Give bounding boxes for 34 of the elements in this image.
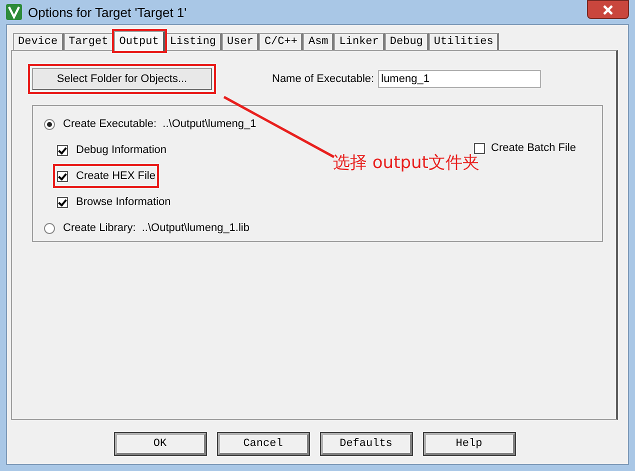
select-folder-button[interactable]: Select Folder for Objects... (32, 68, 212, 90)
option-label: Create HEX File (76, 170, 156, 182)
dialog-button[interactable]: Defaults (320, 433, 412, 455)
checkbox[interactable] (57, 170, 68, 182)
option-label: Debug Information (76, 144, 166, 156)
close-icon (602, 4, 614, 14)
tab[interactable]: Output (114, 31, 165, 51)
dialog-button[interactable]: Help (424, 433, 514, 455)
tab[interactable]: Asm (303, 33, 334, 50)
option-label: Create Executable: ..\Output\lumeng_1 (63, 118, 256, 130)
option-label: Create Batch File (491, 142, 576, 154)
field-label: Name of Executable: (272, 73, 374, 85)
tab[interactable]: C/C++ (259, 33, 304, 50)
tab[interactable]: User (222, 33, 260, 50)
tab[interactable]: Debug (384, 33, 429, 50)
tab[interactable]: Target (64, 33, 114, 50)
checkbox[interactable] (57, 144, 68, 156)
close-button[interactable] (587, 0, 629, 19)
annotation-text: 选择 output文件夹 (333, 152, 480, 174)
window-title: Options for Target 'Target 1' (28, 4, 188, 20)
option-label: Create Library: ..\Output\lumeng_1.lib (63, 222, 250, 234)
checkbox[interactable] (57, 196, 68, 208)
tab[interactable]: Utilities (428, 33, 500, 50)
tab[interactable]: Device (13, 33, 64, 50)
tab[interactable]: Listing (164, 33, 222, 50)
radio-button[interactable] (44, 118, 55, 130)
dialog-button[interactable]: OK (114, 433, 206, 455)
checkbox[interactable] (474, 142, 485, 154)
radio-button[interactable] (44, 222, 55, 234)
dialog-button[interactable]: Cancel (218, 433, 308, 455)
tab[interactable]: Linker (334, 33, 385, 50)
option-label: Browse Information (76, 196, 171, 208)
name-field[interactable]: lumeng_1 (378, 70, 542, 88)
app-icon (6, 4, 22, 20)
